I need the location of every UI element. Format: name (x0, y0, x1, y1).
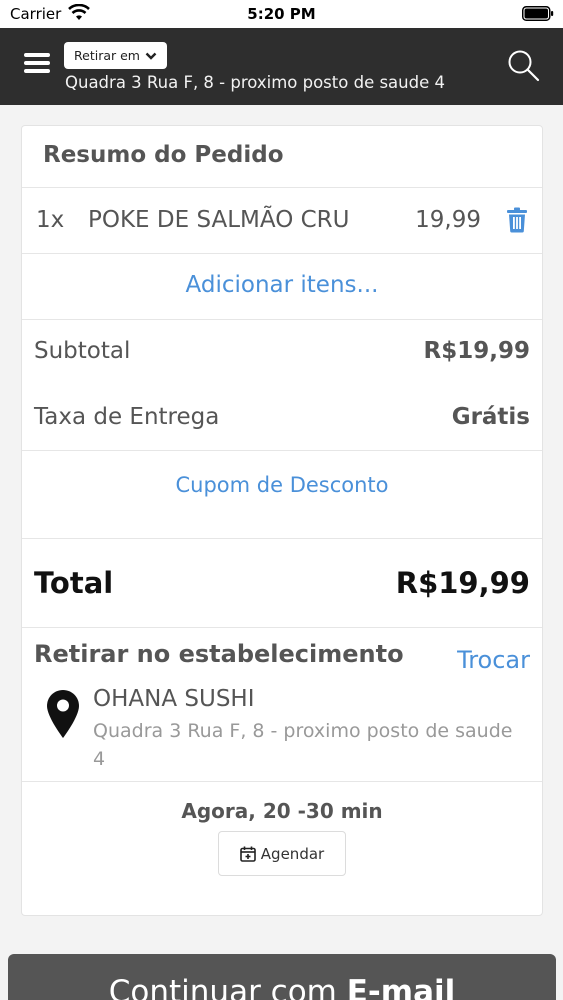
discount-coupon-link[interactable]: Cupom de Desconto (22, 473, 542, 497)
pickup-mode-label: Retirar em (74, 48, 140, 63)
divider (22, 538, 542, 539)
search-icon[interactable] (506, 48, 540, 82)
add-items-link[interactable]: Adicionar itens... (22, 272, 542, 298)
delivery-fee-label: Taxa de Entrega (34, 404, 220, 430)
continue-button-label: Continuar com E-mail (8, 974, 556, 1000)
store-address: Quadra 3 Rua F, 8 - proximo posto de sau… (93, 720, 513, 770)
schedule-button[interactable]: Agendar (218, 831, 346, 876)
header-address[interactable]: Quadra 3 Rua F, 8 - proximo posto de sau… (65, 73, 445, 92)
trash-icon[interactable] (506, 207, 528, 233)
delivery-fee-value: Grátis (451, 404, 530, 430)
store-name: OHANA SUSHI (93, 686, 255, 712)
continue-with-email-button[interactable]: Continuar com E-mail (8, 954, 556, 1000)
item-quantity: 1x (36, 207, 65, 233)
subtotal-value: R$19,99 (423, 338, 530, 364)
map-pin-icon (47, 690, 79, 738)
change-pickup-link[interactable]: Trocar (457, 646, 530, 674)
divider (22, 319, 542, 320)
pickup-section-title: Retirar no estabelecimento (34, 640, 404, 668)
item-name: POKE DE SALMÃO CRU (88, 207, 350, 233)
total-value: R$19,99 (395, 566, 530, 600)
calendar-plus-icon (239, 846, 256, 862)
divider (22, 627, 542, 628)
chevron-down-icon (145, 52, 157, 60)
menu-icon[interactable] (24, 53, 50, 77)
app-header: Retirar em Quadra 3 Rua F, 8 - proximo p… (0, 28, 563, 105)
subtotal-label: Subtotal (34, 338, 131, 364)
clock: 5:20 PM (247, 5, 316, 23)
divider (22, 450, 542, 451)
divider (22, 253, 542, 254)
battery-icon (522, 6, 554, 21)
divider (22, 781, 542, 782)
continue-prefix: Continuar com (108, 974, 347, 1000)
pickup-mode-dropdown[interactable]: Retirar em (64, 42, 167, 69)
schedule-button-label: Agendar (260, 844, 325, 863)
item-price: 19,99 (415, 207, 481, 233)
order-summary-title: Resumo do Pedido (43, 142, 284, 168)
status-bar: Carrier 5:20 PM (0, 0, 563, 28)
order-summary-card: Resumo do Pedido 1x POKE DE SALMÃO CRU 1… (21, 125, 543, 916)
pickup-time-estimate: Agora, 20 -30 min (181, 799, 383, 823)
total-label: Total (34, 566, 114, 600)
continue-method: E-mail (346, 974, 456, 1000)
